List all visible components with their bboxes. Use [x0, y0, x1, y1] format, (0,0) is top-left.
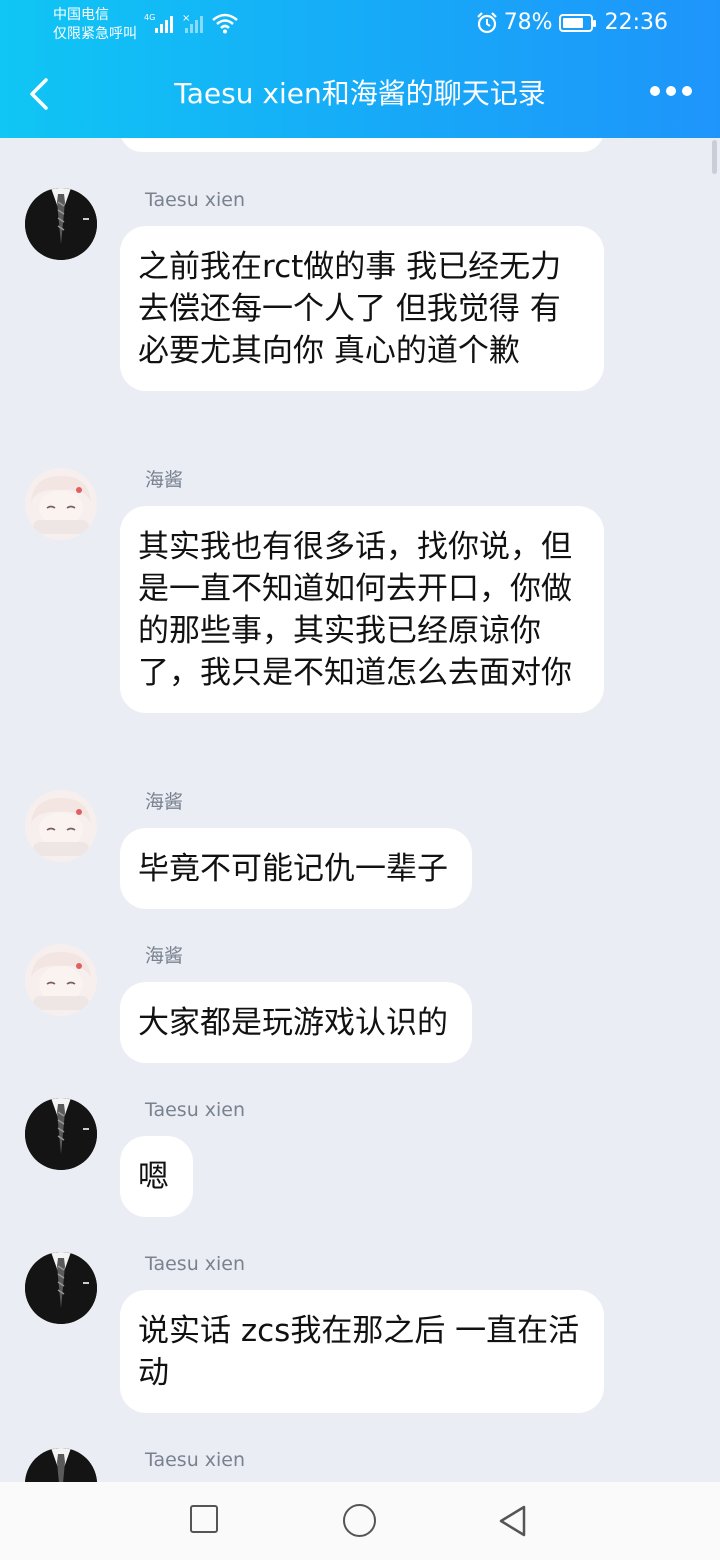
more-options-button[interactable] — [650, 86, 692, 96]
page-title: Taesu xien和海酱的聊天记录 — [174, 77, 546, 110]
chat-message: Taesu xien 之前我在rct做的事 我已经无力去偿还每一个人了 但我觉得… — [0, 188, 720, 438]
anime-avatar[interactable] — [25, 790, 97, 862]
suit-avatar[interactable] — [25, 188, 97, 260]
chat-message: Taesu xien 说实话 zcs我在那之后 一直在活动 — [0, 1252, 720, 1422]
sender-name: Taesu xien — [145, 189, 246, 211]
sender-name: Taesu xien — [145, 1253, 246, 1275]
clock: 22:36 — [604, 10, 668, 35]
message-bubble[interactable]: 之前我在rct做的事 我已经无力去偿还每一个人了 但我觉得 有必要尤其向你 真心… — [120, 226, 604, 391]
chat-message: Taesu xien — [0, 1448, 720, 1482]
app-header: 中国电信 仅限紧急呼叫 4G × 78% 22:36 Taesu xien和海酱… — [0, 0, 720, 138]
anime-avatar[interactable] — [25, 944, 97, 1016]
chat-message: 海酱 毕竟不可能记仇一辈子 — [0, 790, 720, 920]
sender-name: Taesu xien — [145, 1449, 246, 1471]
suit-avatar[interactable] — [25, 1252, 97, 1324]
battery-percent: 78% — [503, 10, 553, 35]
back-button[interactable] — [22, 72, 62, 116]
carrier-status: 仅限紧急呼叫 — [53, 26, 137, 42]
sender-name: 海酱 — [145, 945, 184, 967]
message-bubble[interactable]: 嗯 — [120, 1136, 193, 1217]
sender-name: Taesu xien — [145, 1099, 246, 1121]
previous-message-bubble — [120, 138, 604, 152]
battery-icon — [558, 13, 596, 32]
more-dots-icon — [650, 86, 660, 96]
message-bubble[interactable]: 毕竟不可能记仇一辈子 — [120, 828, 472, 909]
suit-avatar[interactable] — [25, 1098, 97, 1170]
sender-name: 海酱 — [145, 469, 184, 491]
signal-icon: 4G × — [144, 13, 203, 33]
anime-avatar[interactable] — [25, 468, 97, 540]
message-bubble[interactable]: 说实话 zcs我在那之后 一直在活动 — [120, 1290, 604, 1413]
message-bubble[interactable]: 其实我也有很多话，找你说，但是一直不知道如何去开口，你做的那些事，其实我已经原谅… — [120, 506, 604, 713]
square-icon[interactable] — [190, 1505, 218, 1533]
alarm-icon — [476, 11, 497, 33]
svg-text:×: × — [182, 13, 190, 24]
suit-avatar[interactable] — [25, 1448, 97, 1482]
carrier-info: 中国电信 仅限紧急呼叫 — [53, 6, 137, 44]
system-nav-bar — [0, 1482, 720, 1560]
chat-message: 海酱 大家都是玩游戏认识的 — [0, 944, 720, 1074]
triangle-back-icon[interactable] — [496, 1503, 530, 1539]
chat-message: 海酱 其实我也有很多话，找你说，但是一直不知道如何去开口，你做的那些事，其实我已… — [0, 468, 720, 758]
chat-history[interactable]: Taesu xien 之前我在rct做的事 我已经无力去偿还每一个人了 但我觉得… — [0, 138, 720, 1482]
wifi-icon — [212, 13, 238, 34]
sender-name: 海酱 — [145, 791, 184, 813]
network-type: 4G — [144, 13, 155, 22]
carrier-name: 中国电信 — [53, 7, 109, 23]
chevron-left-icon — [30, 78, 48, 110]
chat-message: Taesu xien 嗯 — [0, 1098, 720, 1228]
message-bubble[interactable]: 大家都是玩游戏认识的 — [120, 982, 472, 1063]
status-right: 78% 22:36 — [476, 10, 668, 35]
circle-icon[interactable] — [343, 1504, 376, 1537]
scrollbar[interactable] — [712, 140, 717, 174]
